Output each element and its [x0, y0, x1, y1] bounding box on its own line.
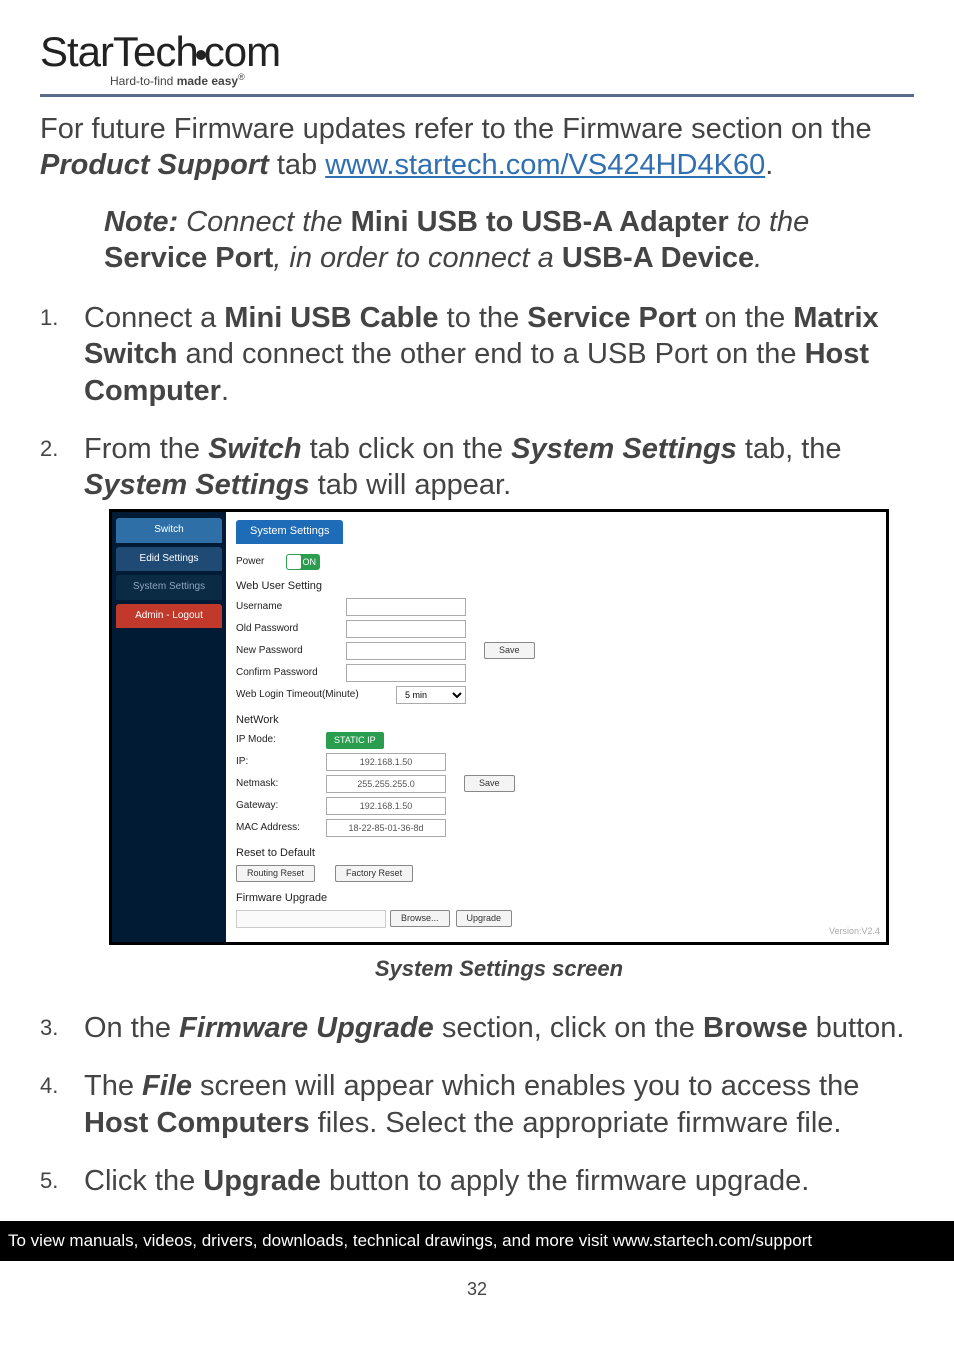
- sidebar-tab-system[interactable]: System Settings: [116, 575, 222, 600]
- mac-label: MAC Address:: [236, 822, 326, 835]
- power-label: Power: [236, 556, 286, 569]
- newpw-label: New Password: [236, 645, 346, 658]
- confirm-password-input[interactable]: [346, 664, 466, 682]
- note-label: Note:: [104, 206, 178, 238]
- product-support-link[interactable]: www.startech.com/VS424HD4K60: [325, 149, 765, 181]
- note-paragraph: Note: Connect the Mini USB to USB-A Adap…: [104, 204, 914, 277]
- note-b3: USB-A Device: [562, 242, 754, 274]
- sidebar-tab-edid[interactable]: Edid Settings: [116, 547, 222, 572]
- screenshot-sidebar: Switch Edid Settings System Settings Adm…: [112, 512, 226, 941]
- page-number: 32: [0, 1261, 954, 1326]
- upgrade-button[interactable]: Upgrade: [456, 910, 513, 927]
- new-password-input[interactable]: [346, 642, 466, 660]
- intro-product-support: Product Support: [40, 149, 269, 181]
- timeout-label: Web Login Timeout(Minute): [236, 689, 396, 702]
- intro-tail: .: [765, 149, 773, 181]
- note-t1: Connect the: [178, 206, 351, 238]
- sidebar-tab-logout[interactable]: Admin - Logout: [116, 604, 222, 629]
- support-footer: To view manuals, videos, drivers, downlo…: [0, 1221, 954, 1261]
- step-4: The File screen will appear which enable…: [40, 1068, 914, 1141]
- system-settings-screenshot: Switch Edid Settings System Settings Adm…: [109, 509, 889, 944]
- header-divider: [40, 94, 914, 97]
- routing-reset-button[interactable]: Routing Reset: [236, 865, 315, 882]
- save-network-button[interactable]: Save: [464, 775, 515, 792]
- intro-paragraph: For future Firmware updates refer to the…: [40, 111, 914, 184]
- version-label: Version:V2.4: [829, 926, 880, 937]
- mac-input[interactable]: [326, 819, 446, 837]
- screenshot-main: System Settings Power ON Web User Settin…: [226, 512, 886, 941]
- note-b2: Service Port: [104, 242, 273, 274]
- step-3: On the Firmware Upgrade section, click o…: [40, 1010, 914, 1046]
- ipmode-value[interactable]: STATIC IP: [326, 732, 384, 749]
- oldpw-label: Old Password: [236, 623, 346, 636]
- tagline-bold: made easy: [177, 74, 238, 88]
- browse-button[interactable]: Browse...: [390, 910, 450, 927]
- note-t2: to the: [729, 206, 810, 238]
- screenshot-caption: System Settings screen: [84, 955, 914, 983]
- intro-mid: tab: [269, 149, 325, 181]
- netmask-label: Netmask:: [236, 778, 326, 791]
- netmask-input[interactable]: [326, 775, 446, 793]
- ip-label: IP:: [236, 756, 326, 769]
- tagline-reg: ®: [238, 72, 245, 82]
- intro-pre: For future Firmware updates refer to the…: [40, 113, 872, 145]
- panel-title: System Settings: [236, 520, 343, 544]
- factory-reset-button[interactable]: Factory Reset: [335, 865, 413, 882]
- save-user-button[interactable]: Save: [484, 642, 535, 659]
- brand-logo-text: StarTechcom: [40, 28, 914, 76]
- step-2: From the Switch tab click on the System …: [40, 431, 914, 982]
- brand-logo: StarTechcom Hard-to-find made easy®: [40, 28, 914, 88]
- old-password-input[interactable]: [346, 620, 466, 638]
- reset-title: Reset to Default: [236, 847, 876, 861]
- step-1: Connect a Mini USB Cable to the Service …: [40, 300, 914, 409]
- power-toggle[interactable]: ON: [286, 554, 320, 570]
- note-b1: Mini USB to USB-A Adapter: [351, 206, 729, 238]
- firmware-file-field: [236, 910, 386, 928]
- username-input[interactable]: [346, 598, 466, 616]
- web-user-title: Web User Setting: [236, 580, 876, 594]
- brand-tagline: Hard-to-find made easy®: [110, 72, 914, 88]
- ipmode-label: IP Mode:: [236, 734, 326, 747]
- username-label: Username: [236, 601, 346, 614]
- tagline-prefix: Hard-to-find: [110, 74, 177, 88]
- network-title: NetWork: [236, 714, 876, 728]
- note-t4: .: [754, 242, 762, 274]
- confpw-label: Confirm Password: [236, 667, 346, 680]
- gateway-label: Gateway:: [236, 800, 326, 813]
- step-5: Click the Upgrade button to apply the fi…: [40, 1163, 914, 1199]
- ip-input[interactable]: [326, 753, 446, 771]
- gateway-input[interactable]: [326, 797, 446, 815]
- firmware-title: Firmware Upgrade: [236, 892, 876, 906]
- sidebar-tab-switch[interactable]: Switch: [116, 518, 222, 543]
- timeout-select[interactable]: 5 min: [396, 686, 466, 704]
- note-t3: , in order to connect a: [273, 242, 562, 274]
